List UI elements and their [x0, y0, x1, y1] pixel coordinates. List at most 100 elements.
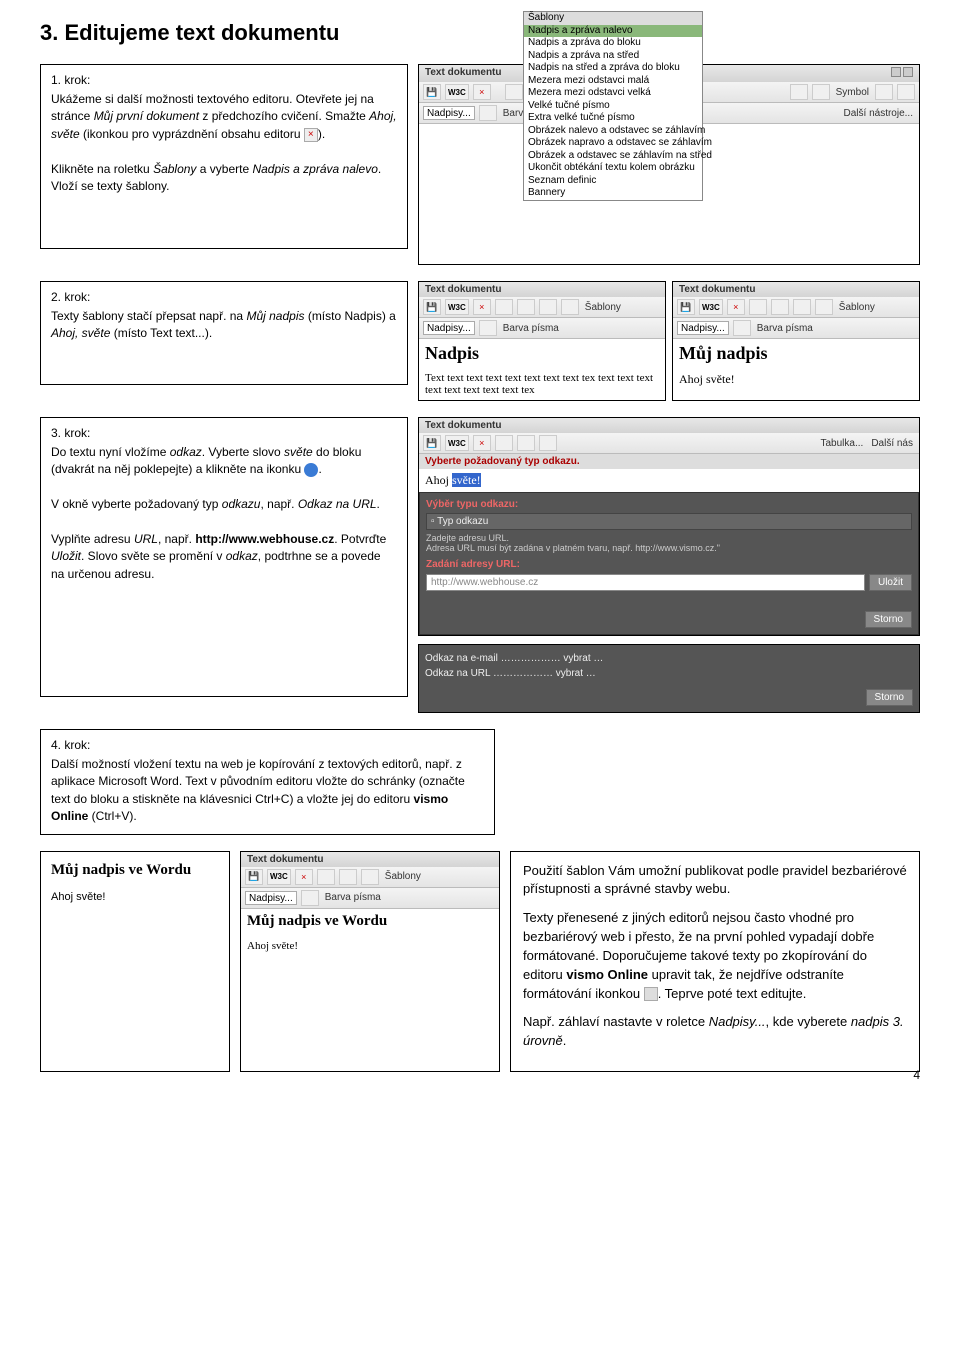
typ-odkazu-select[interactable]: ▫ Typ odkazu — [426, 513, 912, 530]
body-text: Text text text text text text text text … — [425, 372, 659, 396]
heading: Nadpis — [425, 343, 659, 364]
nadpisy-dropdown[interactable]: Nadpisy... — [423, 106, 475, 120]
body-text: Ahoj světe! — [247, 940, 493, 952]
nadpisy-dropdown[interactable]: Nadpisy... — [677, 321, 729, 335]
step2-title: 2. krok: — [51, 290, 397, 304]
word-source: Můj nadpis ve Wordu Ahoj světe! — [40, 851, 230, 1073]
option-email[interactable]: Odkaz na e-mail ……………… vybrat … — [425, 651, 913, 666]
tool-icon[interactable] — [517, 435, 535, 451]
page-number: 4 — [913, 1068, 920, 1082]
tool-icon[interactable] — [812, 84, 830, 100]
window-title: Text dokumentu — [425, 67, 501, 80]
list-item[interactable]: Mezera mezi odstavci velká — [524, 87, 702, 100]
barva-label[interactable]: Barva písma — [755, 323, 815, 334]
list-item[interactable]: Nadpis a zpráva nalevo — [524, 25, 702, 38]
panel-title: Výběr typu odkazu: — [426, 499, 912, 510]
w3c-button[interactable]: W3C — [267, 869, 291, 885]
tool-icon[interactable] — [339, 869, 357, 885]
screenshot1: Text dokumentu 💾 W3C × Šablony Symbol Na… — [418, 64, 920, 265]
barva-label[interactable]: Barva písma — [323, 892, 383, 903]
list-item[interactable]: Obrázek napravo a odstavec se záhlavím — [524, 137, 702, 150]
dalsi-dropdown[interactable]: Další nástroje... — [842, 108, 915, 119]
clear-icon[interactable]: × — [727, 299, 745, 315]
minimize-icon[interactable] — [891, 67, 901, 77]
tool-icon[interactable] — [539, 299, 557, 315]
list-item[interactable]: Mezera mezi odstavci malá — [524, 75, 702, 88]
tool-icon[interactable] — [875, 84, 893, 100]
tool-icon[interactable] — [317, 869, 335, 885]
tool-icon[interactable] — [301, 890, 319, 906]
tool-icon[interactable] — [749, 299, 767, 315]
sablony-dropdown[interactable]: Šablony — [837, 302, 877, 313]
clear-format-icon — [644, 987, 658, 1001]
tool-icon[interactable] — [790, 84, 808, 100]
step1-title: 1. krok: — [51, 73, 397, 87]
list-item[interactable]: Extra velké tučné písmo — [524, 112, 702, 125]
list-item[interactable]: Bannery — [524, 187, 702, 200]
clear-icon[interactable]: × — [473, 299, 491, 315]
ulozit-button[interactable]: Uložit — [869, 574, 912, 591]
save-icon[interactable]: 💾 — [245, 869, 263, 885]
w3c-button[interactable]: W3C — [699, 299, 723, 315]
list-item[interactable]: Nadpis na střed a zpráva do bloku — [524, 62, 702, 75]
tool-icon[interactable] — [479, 105, 497, 121]
tool-icon[interactable] — [539, 435, 557, 451]
storno-button[interactable]: Storno — [865, 611, 912, 628]
list-item[interactable]: Seznam definic — [524, 175, 702, 188]
save-icon[interactable]: 💾 — [423, 435, 441, 451]
popup-text: Vyberte požadovaný typ odkazu. — [425, 456, 580, 467]
url-input[interactable] — [426, 574, 865, 591]
tool-icon[interactable] — [815, 299, 833, 315]
tool-icon[interactable] — [897, 84, 915, 100]
tool-icon[interactable] — [361, 869, 379, 885]
step1-body: Ukážeme si další možnosti textového edit… — [51, 91, 397, 195]
tool-icon[interactable] — [733, 320, 751, 336]
close-icon[interactable] — [903, 67, 913, 77]
list-item[interactable]: Ukončit obtékání textu kolem obrázku — [524, 162, 702, 175]
list-item[interactable]: Obrázek nalevo a odstavec se záhlavím — [524, 125, 702, 138]
tool-icon[interactable] — [517, 299, 535, 315]
save-icon[interactable]: 💾 — [423, 84, 441, 100]
list-item[interactable]: Obrázek a odstavec se záhlavím na střed — [524, 150, 702, 163]
tool-icon[interactable] — [561, 299, 579, 315]
w3c-button[interactable]: W3C — [445, 84, 469, 100]
step4-title: 4. krok: — [51, 738, 484, 752]
selected-text: světe! — [452, 473, 481, 487]
symbol-dropdown[interactable]: Symbol — [834, 87, 871, 98]
tool-icon[interactable] — [793, 299, 811, 315]
list-item[interactable]: Nadpis a zpráva na střed — [524, 50, 702, 63]
save-icon[interactable]: 💾 — [677, 299, 695, 315]
tool-icon[interactable] — [505, 84, 523, 100]
step3-box: 3. krok: Do textu nyní vložíme odkaz. Vy… — [40, 417, 408, 697]
storno-button[interactable]: Storno — [866, 689, 913, 706]
sablony-dropdown[interactable]: Šablony — [383, 871, 423, 882]
tool-icon[interactable] — [479, 320, 497, 336]
save-icon[interactable]: 💾 — [423, 299, 441, 315]
barva-label[interactable]: Barva písma — [501, 323, 561, 334]
w3c-button[interactable]: W3C — [445, 435, 469, 451]
screenshot-word: Text dokumentu 💾 W3C × Šablony Nadpisy..… — [240, 851, 500, 1073]
step4-body: Další možností vložení textu na web je k… — [51, 756, 484, 826]
sablony-dropdown[interactable]: Šablony — [583, 302, 623, 313]
clear-icon[interactable]: × — [295, 869, 313, 885]
tool-icon[interactable] — [495, 299, 513, 315]
sablony-list[interactable]: Šablony Nadpis a zpráva nalevo Nadpis a … — [523, 11, 703, 201]
tabulka-dropdown[interactable]: Tabulka... — [819, 438, 866, 449]
tool-icon[interactable] — [495, 435, 513, 451]
step3-title: 3. krok: — [51, 426, 397, 440]
screenshot2b: Text dokumentu 💾 W3C × Šablony Nadpisy..… — [672, 281, 920, 401]
nadpisy-dropdown[interactable]: Nadpisy... — [423, 321, 475, 335]
nadpisy-dropdown[interactable]: Nadpisy... — [245, 891, 297, 905]
clear-icon[interactable]: × — [473, 435, 491, 451]
step2-box: 2. krok: Texty šablony stačí přepsat nap… — [40, 281, 408, 385]
info-box: Použití šablon Vám umožní publikovat pod… — [510, 851, 920, 1073]
step1-box: 1. krok: Ukážeme si další možnosti texto… — [40, 64, 408, 249]
list-item[interactable]: Velké tučné písmo — [524, 100, 702, 113]
w3c-button[interactable]: W3C — [445, 299, 469, 315]
option-url[interactable]: Odkaz na URL ……………… vybrat … — [425, 666, 913, 681]
step4-box: 4. krok: Další možností vložení textu na… — [40, 729, 495, 835]
clear-icon[interactable]: × — [473, 84, 491, 100]
screenshot3-options: Odkaz na e-mail ……………… vybrat … Odkaz na… — [418, 644, 920, 713]
tool-icon[interactable] — [771, 299, 789, 315]
list-item[interactable]: Nadpis a zpráva do bloku — [524, 37, 702, 50]
